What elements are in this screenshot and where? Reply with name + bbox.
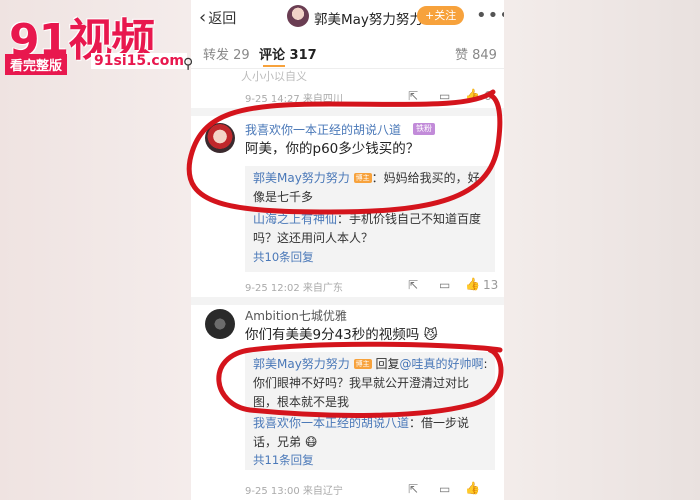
comment-text: 阿美，你的p60多少钱买的？ [245, 141, 420, 157]
follow-button[interactable]: +关注 [417, 6, 465, 25]
tab-comments[interactable]: 评论 317 [259, 44, 317, 63]
share-icon[interactable]: ⇱ [408, 278, 418, 292]
like-icon[interactable]: 👍 [465, 277, 480, 291]
like-count: 6 [484, 89, 492, 103]
like-icon[interactable]: 👍 [465, 481, 480, 495]
comment-meta: 9-25 14:27 来自四川 [245, 94, 343, 105]
tab-likes[interactable]: 赞 849 [455, 44, 497, 63]
top-bar: ‹ 返回 郭美May努力努力 +关注 ••• [191, 0, 504, 36]
reply-box: 郭美May努力努力 博主 回复@哇真的好帅啊:你们眼神不好吗？我早就公开澄清过对… [245, 352, 495, 470]
like-count: 13 [483, 278, 499, 292]
reply-author[interactable]: 郭美May努力努力 [253, 357, 350, 371]
reply-item[interactable]: 山海之上有神仙：手机价钱自己不知道百度吗？这还用问人本人？ [253, 210, 489, 248]
peek-comment-text: 人小小以自义 [241, 70, 307, 83]
more-replies-link[interactable]: 共10条回复 [253, 249, 314, 265]
phone-screen: ‹ 返回 郭美May努力努力 +关注 ••• 转发 29 评论 317 赞 84… [191, 0, 504, 500]
reply-author[interactable]: 山海之上有神仙 [253, 212, 337, 226]
fan-badge: 铁粉 [413, 123, 435, 135]
avatar[interactable] [205, 123, 235, 153]
comment-icon[interactable]: ▭ [439, 278, 450, 292]
reply-author[interactable]: 郭美May努力努力 [253, 171, 350, 185]
comment-text: 你们有美美9分43秒的视频吗 😼 [245, 325, 438, 345]
comment-meta: 9-25 13:00 来自辽宁 [245, 486, 343, 497]
divider [191, 297, 504, 305]
owner-badge: 博主 [353, 173, 372, 183]
reply-box: 郭美May努力努力 博主 ：妈妈给我买的，好像是七千多 山海之上有神仙：手机价钱自… [245, 166, 495, 272]
reply-text: 回复 [371, 357, 400, 371]
avatar[interactable] [205, 309, 235, 339]
share-icon[interactable]: ⇱ [408, 482, 418, 496]
tab-bar: 转发 29 评论 317 赞 849 [191, 38, 504, 69]
mention-link[interactable]: @哇真的好帅啊 [399, 357, 483, 371]
watermark-logo: 91视频 看完整版 91si15.com ⚲ [5, 4, 217, 84]
emoji-icon: 😼 [423, 327, 438, 343]
comment-meta: 9-25 12:02 来自广东 [245, 283, 343, 294]
tab-indicator [263, 65, 285, 67]
divider [191, 108, 504, 116]
emoji-icon: 😷 [304, 435, 318, 449]
reply-item[interactable]: 我喜欢你一本正经的胡说八道：借一步说话，兄弟 😷 [253, 414, 489, 452]
owner-badge: 博主 [353, 359, 372, 369]
comment-icon[interactable]: ▭ [439, 89, 450, 103]
more-horizontal-icon[interactable]: ••• [476, 5, 504, 26]
watermark-sub-label: 看完整版 [5, 54, 68, 75]
more-replies-link[interactable]: 共11条回复 [253, 452, 314, 468]
comment-text-body: 你们有美美9分43秒的视频吗 [245, 327, 420, 343]
search-cursor-icon: ⚲ [183, 56, 194, 72]
comment-icon[interactable]: ▭ [439, 482, 450, 496]
watermark-url: 91si15.com [91, 53, 187, 69]
reply-author[interactable]: 我喜欢你一本正经的胡说八道 [253, 416, 409, 430]
share-icon[interactable]: ⇱ [408, 89, 418, 103]
comment-author[interactable]: 我喜欢你一本正经的胡说八道 [245, 121, 401, 138]
like-icon[interactable]: 👍 [465, 88, 480, 102]
reply-item[interactable]: 郭美May努力努力 博主 回复@哇真的好帅啊:你们眼神不好吗？我早就公开澄清过对… [253, 355, 489, 412]
reply-item[interactable]: 郭美May努力努力 博主 ：妈妈给我买的，好像是七千多 [253, 169, 489, 207]
comment-author[interactable]: Ambition七城优雅 [245, 307, 347, 324]
avatar[interactable] [287, 5, 309, 27]
page-title: 郭美May努力努力 [314, 12, 423, 28]
